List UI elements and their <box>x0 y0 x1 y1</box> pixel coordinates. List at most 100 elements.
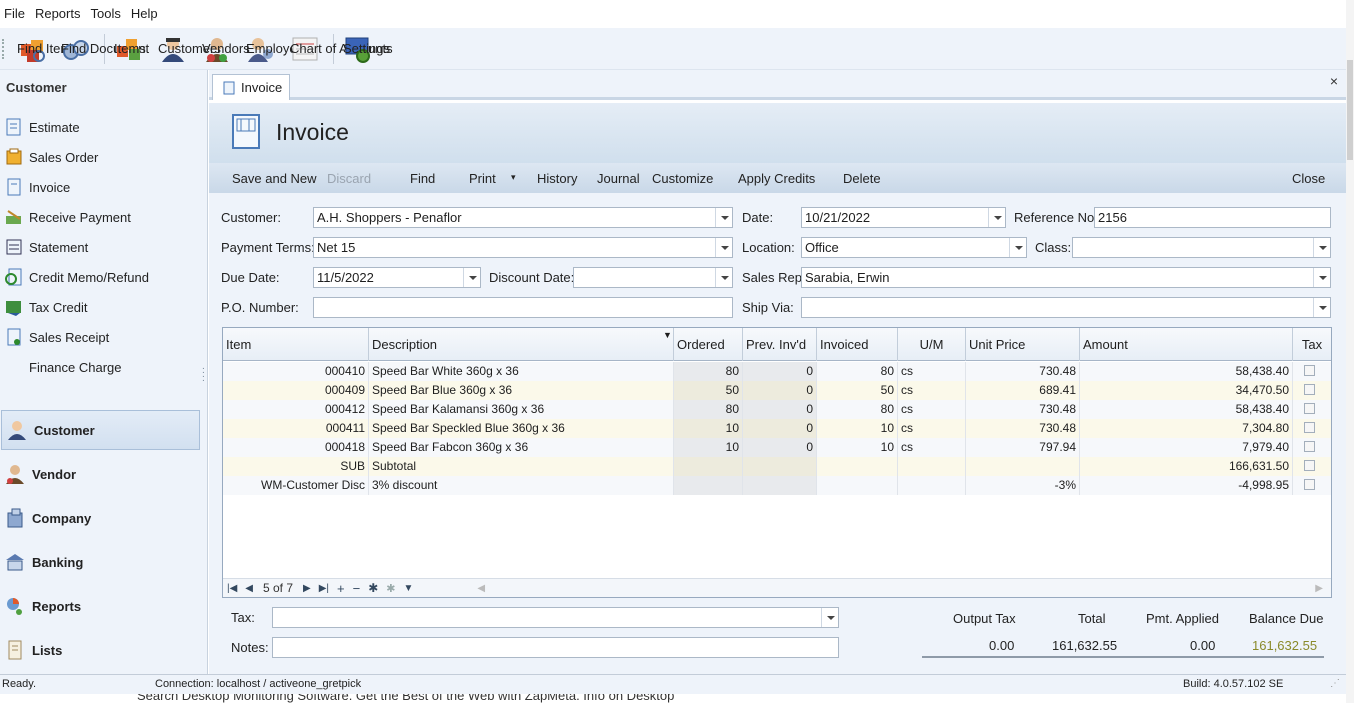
grid-cell[interactable]: 0 <box>743 400 817 419</box>
chevron-down-icon[interactable] <box>821 608 838 627</box>
menu-tools[interactable]: Tools <box>86 0 120 28</box>
grid-cell[interactable] <box>898 457 966 476</box>
class-field[interactable] <box>1072 237 1331 258</box>
column-ordered[interactable]: Ordered <box>674 328 743 361</box>
grid-cell[interactable]: 000411 <box>223 419 369 438</box>
grid-cell[interactable]: Speed Bar Kalamansi 360g x 36 <box>369 400 674 419</box>
grid-cell[interactable]: cs <box>898 362 966 381</box>
grid-cell[interactable] <box>674 476 743 495</box>
grid-cell[interactable]: cs <box>898 419 966 438</box>
tax-cell[interactable] <box>1293 438 1331 457</box>
sidebar-group-banking[interactable]: Banking <box>0 542 206 582</box>
location-field[interactable]: Office <box>801 237 1027 258</box>
tax-cell[interactable] <box>1293 476 1331 495</box>
table-row[interactable]: SUB Subtotal 166,631.50 <box>223 457 1331 476</box>
grid-cell[interactable]: 58,438.40 <box>1080 400 1293 419</box>
column-tax[interactable]: Tax <box>1293 328 1331 361</box>
grid-cell[interactable]: WM-Customer Disc <box>223 476 369 495</box>
grid-cell[interactable]: 7,304.80 <box>1080 419 1293 438</box>
grid-cell[interactable]: -3% <box>966 476 1080 495</box>
grid-cell[interactable]: 000418 <box>223 438 369 457</box>
history-button[interactable]: History <box>537 171 577 186</box>
chevron-down-icon[interactable] <box>1313 268 1330 287</box>
find-document-button[interactable]: Find Document <box>56 31 149 67</box>
grid-cell[interactable]: 10 <box>817 419 898 438</box>
grid-cell[interactable]: 730.48 <box>966 400 1080 419</box>
grid-cell[interactable] <box>743 476 817 495</box>
grid-cell[interactable]: 3% discount <box>369 476 674 495</box>
tax-cell[interactable] <box>1293 381 1331 400</box>
tax-cell[interactable] <box>1293 400 1331 419</box>
grid-cell[interactable]: 0 <box>743 381 817 400</box>
grid-cell[interactable]: 0 <box>743 438 817 457</box>
chart-of-accounts-button[interactable]: Chart of Accounts <box>285 31 393 67</box>
delete-button[interactable]: Delete <box>843 171 881 186</box>
column-item[interactable]: Item <box>223 328 369 361</box>
column-invoiced[interactable]: Invoiced <box>817 328 898 361</box>
grid-cell[interactable]: 730.48 <box>966 419 1080 438</box>
customer-field[interactable]: A.H. Shoppers - Penaflor <box>313 207 733 228</box>
grid-cell[interactable]: 34,470.50 <box>1080 381 1293 400</box>
window-scrollbar[interactable] <box>1346 0 1354 703</box>
sidebar-item-invoice[interactable]: Invoice <box>0 173 206 201</box>
employees-button[interactable]: Employees <box>241 31 310 67</box>
chevron-down-icon[interactable] <box>1313 298 1330 317</box>
next-record-icon[interactable]: ▶ <box>303 583 311 594</box>
grid-cell[interactable]: -4,998.95 <box>1080 476 1293 495</box>
reference-field[interactable]: 2156 <box>1094 207 1331 228</box>
settings-button[interactable]: Settings <box>338 31 390 67</box>
column-prev-invd[interactable]: Prev. Inv'd <box>743 328 817 361</box>
grid-cell[interactable]: 50 <box>817 381 898 400</box>
tax-checkbox[interactable] <box>1304 403 1315 414</box>
grid-cell[interactable]: 7,979.40 <box>1080 438 1293 457</box>
sidebar-item-credit-memo[interactable]: Credit Memo/Refund <box>0 263 206 291</box>
tax-checkbox[interactable] <box>1304 441 1315 452</box>
menu-reports[interactable]: Reports <box>31 0 81 28</box>
discount-date-field[interactable] <box>573 267 733 288</box>
column-description[interactable]: Description <box>369 328 674 361</box>
grid-cell[interactable]: SUB <box>223 457 369 476</box>
column-amount[interactable]: Amount <box>1080 328 1293 361</box>
chevron-down-icon[interactable] <box>988 208 1005 227</box>
grid-cell[interactable]: 689.41 <box>966 381 1080 400</box>
apply-credits-button[interactable]: Apply Credits <box>738 171 815 186</box>
grid-cell[interactable]: 000412 <box>223 400 369 419</box>
tax-cell[interactable] <box>1293 457 1331 476</box>
tax-checkbox[interactable] <box>1304 422 1315 433</box>
chevron-down-icon[interactable] <box>463 268 480 287</box>
sidebar-group-vendor[interactable]: Vendor <box>0 454 206 494</box>
grid-cell[interactable]: 000409 <box>223 381 369 400</box>
sidebar-splitter[interactable]: .... <box>202 362 205 384</box>
scrollbar-thumb[interactable] <box>1347 60 1353 160</box>
notes-field[interactable] <box>272 637 839 658</box>
grid-cell[interactable] <box>674 457 743 476</box>
last-record-icon[interactable]: ▶| <box>319 583 329 594</box>
grid-cell[interactable]: 50 <box>674 381 743 400</box>
filter-icon[interactable]: ▼ <box>663 330 672 340</box>
tab-invoice[interactable]: Invoice <box>212 74 290 100</box>
grid-cell[interactable]: 10 <box>817 438 898 457</box>
sidebar-item-tax-credit[interactable]: Tax Credit <box>0 293 206 321</box>
payment-terms-field[interactable]: Net 15 <box>313 237 733 258</box>
delete-row-icon[interactable]: − <box>353 581 361 596</box>
grid-cell[interactable]: 80 <box>674 362 743 381</box>
customize-button[interactable]: Customize <box>652 171 713 186</box>
table-row[interactable]: 000418 Speed Bar Fabcon 360g x 36 10 0 10 cs 7… <box>223 438 1331 457</box>
chevron-down-icon[interactable] <box>715 208 732 227</box>
grid-cell[interactable]: Speed Bar Blue 360g x 36 <box>369 381 674 400</box>
discard-button[interactable]: Discard <box>327 171 371 186</box>
grid-cell[interactable]: 0 <box>743 419 817 438</box>
save-and-new-button[interactable]: Save and New <box>232 171 317 186</box>
table-row[interactable]: 000412 Speed Bar Kalamansi 360g x 36 80 0 80… <box>223 400 1331 419</box>
grid-cell[interactable]: 10 <box>674 419 743 438</box>
print-dropdown-icon[interactable]: ▾ <box>511 172 516 183</box>
tax-checkbox[interactable] <box>1304 479 1315 490</box>
sidebar-group-company[interactable]: Company <box>0 498 206 538</box>
tax-checkbox[interactable] <box>1304 460 1315 471</box>
cancel-edit-icon[interactable]: ✱ <box>386 582 395 595</box>
grid-cell[interactable] <box>898 476 966 495</box>
sidebar-item-estimate[interactable]: Estimate <box>0 113 206 141</box>
po-number-field[interactable] <box>313 297 733 318</box>
column-unit-price[interactable]: Unit Price <box>966 328 1080 361</box>
hscroll-left-icon[interactable]: ◀ <box>477 583 485 594</box>
